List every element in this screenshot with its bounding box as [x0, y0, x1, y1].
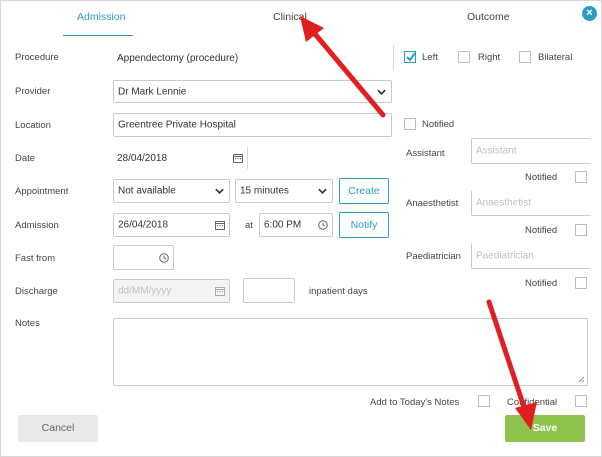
discharge-date-placeholder: dd/MM/yyyy: [118, 285, 172, 297]
paediatrician-placeholder: Paediatrician: [476, 250, 534, 261]
assistant-input[interactable]: Assistant: [471, 138, 591, 164]
resize-handle-icon[interactable]: [578, 376, 585, 383]
divider: [393, 45, 394, 71]
add-to-notes-checkbox[interactable]: [478, 395, 490, 407]
provider-value: Dr Mark Lennie: [118, 86, 187, 97]
calendar-icon[interactable]: [233, 153, 243, 163]
appointment-duration-select[interactable]: 15 minutes: [235, 179, 333, 203]
location-notified-label: Notified: [422, 119, 455, 130]
location-value: Greentree Private Hospital: [118, 119, 236, 131]
date-label: Date: [15, 153, 36, 164]
admission-date-input[interactable]: 26/04/2018: [113, 213, 230, 237]
save-button[interactable]: Save: [505, 415, 585, 442]
date-value[interactable]: 28/04/2018: [117, 153, 167, 164]
left-checkbox[interactable]: [404, 51, 416, 63]
appointment-select[interactable]: Not available: [113, 179, 230, 203]
admission-label: Admission: [15, 220, 59, 231]
paediatrician-notified-checkbox[interactable]: [575, 277, 587, 289]
confidential-checkbox[interactable]: [575, 395, 587, 407]
location-input[interactable]: Greentree Private Hospital: [113, 113, 392, 137]
create-appointment-button[interactable]: Create: [339, 178, 389, 204]
tab-active-underline: [63, 35, 133, 36]
notes-textarea[interactable]: [113, 318, 588, 386]
add-to-notes-label: Add to Today's Notes: [370, 397, 460, 408]
discharge-label: Discharge: [15, 286, 58, 297]
chevron-down-icon: [215, 188, 224, 195]
provider-select[interactable]: Dr Mark Lennie: [113, 80, 392, 103]
anaesthetist-notified-label: Notified: [525, 225, 558, 236]
anaesthetist-input[interactable]: Anaesthetist: [471, 190, 591, 216]
assistant-notified-checkbox[interactable]: [575, 171, 587, 183]
procedure-label: Procedure: [15, 52, 59, 63]
cancel-button[interactable]: Cancel: [18, 415, 98, 442]
chevron-down-icon: [377, 89, 386, 95]
calendar-icon[interactable]: [215, 286, 225, 296]
assistant-placeholder: Assistant: [476, 145, 517, 157]
notify-button[interactable]: Notify: [339, 212, 389, 238]
close-icon: ×: [586, 7, 593, 19]
chevron-down-icon: [318, 188, 327, 195]
appointment-label: Appointment: [15, 186, 69, 197]
bilateral-checkbox[interactable]: [519, 51, 531, 63]
notes-label: Notes: [15, 318, 40, 329]
left-label: Left: [422, 52, 438, 63]
anaesthetist-notified-checkbox[interactable]: [575, 224, 587, 236]
at-label: at: [245, 220, 253, 231]
right-label: Right: [478, 52, 501, 63]
tab-outcome[interactable]: Outcome: [467, 11, 510, 23]
close-button[interactable]: ×: [582, 6, 597, 21]
inpatient-days-label: inpatient days: [309, 286, 368, 297]
provider-label: Provider: [15, 86, 51, 97]
tab-admission[interactable]: Admission: [77, 11, 125, 23]
location-notified-checkbox[interactable]: [404, 118, 416, 130]
procedure-value: Appendectomy (procedure): [117, 53, 239, 64]
appointment-duration-value: 15 minutes: [240, 185, 289, 197]
clock-icon[interactable]: [159, 252, 169, 263]
assistant-notified-label: Notified: [525, 172, 558, 183]
admission-time-input[interactable]: 6:00 PM: [259, 213, 333, 237]
appointment-value: Not available: [118, 185, 176, 197]
calendar-icon[interactable]: [215, 220, 225, 230]
admission-time-value: 6:00 PM: [264, 219, 302, 231]
anaesthetist-label: Anaesthetist: [406, 198, 459, 209]
admission-date-value: 26/04/2018: [118, 219, 169, 231]
clock-icon[interactable]: [318, 220, 328, 230]
paediatrician-notified-label: Notified: [525, 278, 558, 289]
confidential-label: Confidential: [507, 397, 558, 408]
admission-dialog: Admission Clinical Outcome × Procedure A…: [0, 0, 602, 457]
fast-from-input[interactable]: [113, 245, 174, 270]
anaesthetist-placeholder: Anaesthetist: [476, 197, 532, 208]
right-checkbox[interactable]: [458, 51, 470, 63]
discharge-date-input[interactable]: dd/MM/yyyy: [113, 279, 230, 303]
location-label: Location: [15, 120, 51, 131]
paediatrician-label: Paediatrician: [406, 251, 461, 262]
paediatrician-input[interactable]: Paediatrician: [471, 243, 591, 269]
inpatient-days-input[interactable]: [243, 278, 295, 303]
bilateral-label: Bilateral: [538, 52, 573, 63]
fast-from-label: Fast from: [15, 253, 56, 264]
tab-clinical[interactable]: Clinical: [273, 11, 307, 23]
assistant-label: Assistant: [406, 148, 445, 159]
check-icon: [406, 52, 416, 62]
divider: [247, 147, 248, 169]
